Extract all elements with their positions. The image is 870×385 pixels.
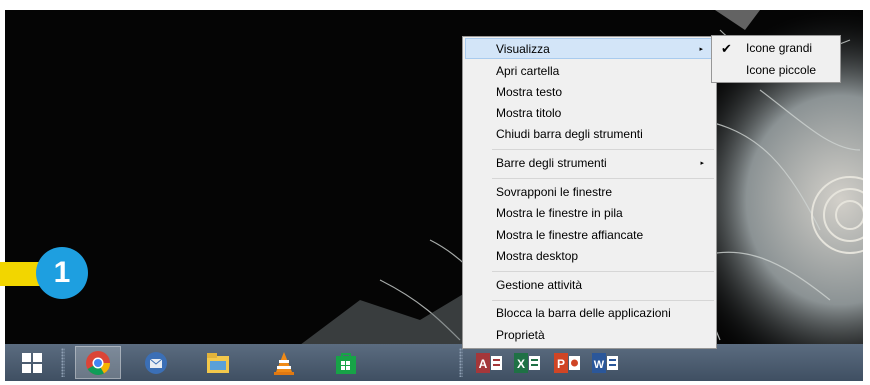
screenshot-border-bottom xyxy=(0,381,870,385)
submenu-arrow-icon: ▸ xyxy=(699,46,703,53)
menu-separator xyxy=(492,178,714,179)
screenshot-border-left xyxy=(0,0,5,385)
menu-item-label: Sovrapponi le finestre xyxy=(496,185,613,199)
callout-badge: 1 xyxy=(36,247,88,299)
view-submenu: ✔ Icone grandi Icone piccole xyxy=(711,35,841,83)
toolbar-word[interactable]: W xyxy=(589,346,623,379)
taskbar: A X P W xyxy=(5,344,863,381)
menu-item-label: Barre degli strumenti xyxy=(496,156,607,170)
menu-item-apri-cartella[interactable]: Apri cartella xyxy=(465,61,714,82)
menu-item-mostra-testo[interactable]: Mostra testo xyxy=(465,82,714,103)
menu-separator xyxy=(492,271,714,272)
submenu-item-icone-piccole[interactable]: Icone piccole xyxy=(713,60,839,81)
svg-text:X: X xyxy=(517,357,525,371)
vlc-icon xyxy=(274,351,294,375)
submenu-item-label: Icone piccole xyxy=(746,63,817,77)
toolbar-access[interactable]: A xyxy=(473,346,507,379)
menu-item-mostra-desktop[interactable]: Mostra desktop xyxy=(465,246,714,267)
taskbar-thunderbird[interactable] xyxy=(133,346,179,379)
menu-item-label: Chiudi barra degli strumenti xyxy=(496,127,643,141)
menu-item-label: Mostra le finestre affiancate xyxy=(496,228,644,242)
start-button[interactable] xyxy=(9,346,55,379)
menu-item-barre-strumenti[interactable]: Barre degli strumenti ▸ xyxy=(465,153,714,174)
svg-text:W: W xyxy=(594,359,605,371)
thunderbird-icon xyxy=(145,351,167,374)
submenu-item-label: Icone grandi xyxy=(746,41,813,55)
toolbar-powerpoint[interactable]: P xyxy=(551,346,585,379)
word-icon: W xyxy=(592,352,618,373)
menu-item-chiudi-barra[interactable]: Chiudi barra degli strumenti xyxy=(465,124,714,145)
menu-item-label: Blocca la barra delle applicazioni xyxy=(496,306,671,320)
start-icon xyxy=(22,352,42,373)
access-icon: A xyxy=(476,352,502,373)
submenu-arrow-icon: ▸ xyxy=(700,160,704,167)
taskbar-file-explorer[interactable] xyxy=(195,346,241,379)
menu-item-proprieta[interactable]: Proprietà xyxy=(465,325,714,346)
callout-arrow xyxy=(0,262,40,286)
menu-item-label: Mostra titolo xyxy=(496,106,562,120)
excel-icon: X xyxy=(514,352,540,373)
menu-item-label: Proprietà xyxy=(496,328,545,342)
menu-item-visualizza[interactable]: Visualizza ▸ xyxy=(465,38,714,59)
menu-item-label: Mostra testo xyxy=(496,85,563,99)
submenu-item-icone-grandi[interactable]: ✔ Icone grandi xyxy=(713,38,839,59)
taskbar-chrome[interactable] xyxy=(75,346,121,379)
menu-item-blocca-barra[interactable]: Blocca la barra delle applicazioni xyxy=(465,303,714,324)
powerpoint-icon: P xyxy=(554,352,580,373)
menu-item-label: Apri cartella xyxy=(496,64,560,78)
menu-item-gestione-attivita[interactable]: Gestione attività xyxy=(465,275,714,296)
svg-text:A: A xyxy=(479,357,488,371)
taskbar-grip[interactable] xyxy=(61,348,65,377)
chrome-icon xyxy=(86,350,110,375)
menu-item-label: Mostra le finestre in pila xyxy=(496,206,623,220)
toolbar-grip[interactable] xyxy=(459,348,463,377)
menu-item-mostra-titolo[interactable]: Mostra titolo xyxy=(465,103,714,124)
file-explorer-icon xyxy=(207,352,229,373)
menu-item-pila[interactable]: Mostra le finestre in pila xyxy=(465,203,714,224)
svg-text:P: P xyxy=(557,357,565,371)
taskbar-vlc[interactable] xyxy=(261,346,307,379)
menu-item-label: Gestione attività xyxy=(496,278,583,292)
screenshot-border-right xyxy=(863,0,870,385)
checkmark-icon: ✔ xyxy=(721,41,732,56)
menu-item-label: Mostra desktop xyxy=(496,249,579,263)
toolbar-excel[interactable]: X xyxy=(511,346,545,379)
menu-item-sovrapponi[interactable]: Sovrapponi le finestre xyxy=(465,182,714,203)
taskbar-store[interactable] xyxy=(323,346,369,379)
menu-item-affiancate[interactable]: Mostra le finestre affiancate xyxy=(465,225,714,246)
store-icon xyxy=(336,352,356,374)
screenshot-border-top xyxy=(0,0,870,10)
menu-separator xyxy=(492,300,714,301)
taskbar-context-menu: Visualizza ▸ Apri cartella Mostra testo … xyxy=(462,36,717,349)
menu-item-label: Visualizza xyxy=(496,42,550,56)
menu-separator xyxy=(492,149,714,150)
